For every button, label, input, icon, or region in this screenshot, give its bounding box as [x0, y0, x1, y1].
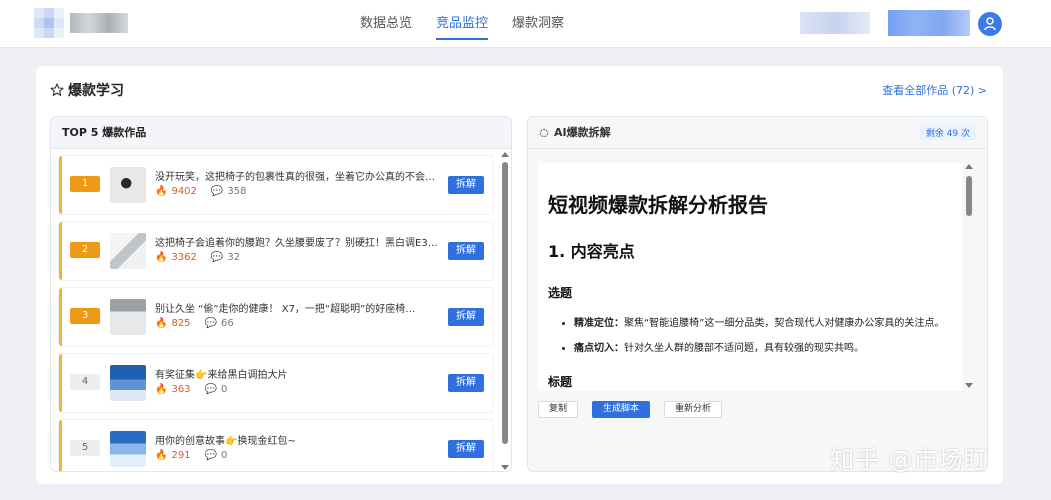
scrollbar-thumb[interactable]	[966, 176, 972, 216]
rank-badge: 5	[70, 440, 100, 456]
analysis-report: 短视频爆款拆解分析报告 1. 内容亮点 选题 精准定位：聚焦“智能追腰椅”这一细…	[538, 163, 962, 391]
nav-item-hit-insight[interactable]: 爆款洞察	[512, 0, 564, 48]
point-label: 精准定位：	[574, 318, 624, 329]
comment-icon: 💬	[204, 384, 217, 395]
scroll-up-icon[interactable]	[501, 152, 509, 157]
section-title: 爆款学习	[50, 80, 124, 100]
avatar[interactable]	[978, 12, 1002, 36]
report-scrollbar[interactable]	[962, 162, 976, 390]
fire-icon: 🔥	[155, 252, 168, 263]
report-actions: 复制 生成脚本 重新分析	[538, 401, 723, 418]
point-text: 聚焦“智能追腰椅”这一细分品类，契合现代人对健康办公家具的关注点。	[624, 318, 945, 329]
video-title[interactable]: 用你的创意故事👉换现金红包~	[155, 432, 443, 447]
video-stats: 🔥 825 💬 66	[155, 318, 234, 329]
generate-script-button[interactable]: 生成脚本	[592, 401, 651, 418]
ai-header: AI爆款拆解	[528, 117, 987, 149]
video-stats: 🔥 291 💬 0	[155, 450, 227, 461]
account-name-blurred[interactable]	[888, 10, 970, 36]
watermark: 知乎 @市场盯	[830, 446, 989, 474]
breakdown-button[interactable]: 拆解	[448, 440, 484, 458]
scrollbar-thumb[interactable]	[502, 162, 508, 444]
list-item[interactable]: 3 别让久坐 “偷”走你的健康！ X7，一把“超聪明”的好座椅… 🔥 825 💬 6…	[59, 288, 493, 346]
list-item[interactable]: 1 没开玩笑，这把椅子的包裹性真的很强，坐着它办公真的不会累… 🔥 9402 💬 3…	[59, 156, 493, 214]
scroll-up-icon[interactable]	[965, 164, 973, 169]
list-item: 痛点切入：针对久坐人群的腰部不适问题，具有较强的现实共鸣。	[574, 340, 952, 357]
hot-count: 825	[171, 318, 191, 329]
top5-header: TOP 5 爆款作品	[51, 117, 511, 149]
scroll-down-icon[interactable]	[965, 383, 973, 388]
video-title[interactable]: 别让久坐 “偷”走你的健康！ X7，一把“超聪明”的好座椅…	[155, 300, 443, 315]
video-thumbnail[interactable]	[110, 431, 146, 467]
comment-count: 32	[227, 252, 241, 263]
video-thumbnail[interactable]	[110, 365, 146, 401]
video-title[interactable]: 这把椅子会追着你的腰跑？久坐腰要废了？别硬扛！黑白调E3…	[155, 234, 443, 249]
user-info-blurred	[800, 12, 870, 34]
view-all-link[interactable]: 查看全部作品 (72) >	[882, 82, 987, 98]
point-text: 针对久坐人群的腰部不适问题，具有较强的现实共鸣。	[624, 343, 864, 354]
report-section-heading: 1. 内容亮点	[548, 242, 635, 261]
brand-name-blurred	[70, 13, 128, 33]
hot-count: 363	[171, 384, 191, 395]
fire-icon: 🔥	[155, 318, 168, 329]
comment-icon: 💬	[210, 186, 224, 197]
report-subheading-topic: 选题	[548, 286, 573, 300]
remaining-badge: 剩余 49 次	[919, 125, 976, 140]
rank-badge: 4	[70, 374, 100, 390]
comment-count: 0	[221, 450, 228, 461]
section-title-text: 爆款学习	[68, 83, 124, 99]
comment-count: 358	[227, 186, 247, 197]
video-title[interactable]: 有奖征集👉来给黑白调拍大片	[155, 366, 443, 381]
video-stats: 🔥 3362 💬 32	[155, 252, 240, 263]
list-item[interactable]: 5 用你的创意故事👉换现金红包~ 🔥 291 💬 0 拆解	[59, 420, 493, 471]
point-label: 痛点切入：	[574, 343, 624, 354]
hot-count: 291	[171, 450, 191, 461]
report-title: 短视频爆款拆解分析报告	[548, 193, 768, 217]
top5-list: 1 没开玩笑，这把椅子的包裹性真的很强，坐着它办公真的不会累… 🔥 9402 💬 3…	[51, 150, 501, 471]
comment-icon: 💬	[204, 318, 217, 329]
list-item: 精准定位：聚焦“智能追腰椅”这一细分品类，契合现代人对健康办公家具的关注点。	[574, 315, 952, 332]
fire-icon: 🔥	[155, 186, 168, 197]
breakdown-button[interactable]: 拆解	[448, 176, 484, 194]
list-item[interactable]: 4 有奖征集👉来给黑白调拍大片 🔥 363 💬 0 拆解	[59, 354, 493, 412]
rank-badge: 1	[70, 176, 100, 192]
report-subheading-title: 标题	[548, 375, 573, 389]
video-stats: 🔥 363 💬 0	[155, 384, 227, 395]
scroll-down-icon[interactable]	[501, 465, 509, 470]
nav-item-overview[interactable]: 数据总览	[360, 0, 412, 48]
video-stats: 🔥 9402 💬 358	[155, 186, 246, 197]
breakdown-button[interactable]: 拆解	[448, 308, 484, 326]
logo-icon[interactable]	[34, 8, 64, 38]
list-scrollbar[interactable]	[498, 150, 512, 472]
fire-icon: 🔥	[155, 450, 168, 461]
video-thumbnail[interactable]	[110, 233, 146, 269]
video-thumbnail[interactable]	[110, 167, 146, 203]
sparkle-icon	[539, 128, 549, 137]
top-bar: 数据总览 竞品监控 爆款洞察	[0, 0, 1051, 48]
star-icon	[50, 83, 64, 96]
rank-badge: 3	[70, 308, 100, 324]
hot-count: 9402	[171, 186, 197, 197]
report-points: 精准定位：聚焦“智能追腰椅”这一细分品类，契合现代人对健康办公家具的关注点。 痛…	[548, 315, 952, 357]
ai-breakdown-panel: AI爆款拆解 剩余 49 次 短视频爆款拆解分析报告 1. 内容亮点 选题 精准…	[527, 116, 988, 472]
comment-count: 0	[221, 384, 228, 395]
user-icon	[984, 17, 996, 31]
breakdown-button[interactable]: 拆解	[448, 374, 484, 392]
reanalyze-button[interactable]: 重新分析	[664, 401, 723, 418]
nav-item-competitor-monitor[interactable]: 竞品监控	[436, 0, 489, 48]
hot-count: 3362	[171, 252, 197, 263]
copy-button[interactable]: 复制	[538, 401, 579, 418]
breakdown-button[interactable]: 拆解	[448, 242, 484, 260]
video-thumbnail[interactable]	[110, 299, 146, 335]
comment-icon: 💬	[210, 252, 224, 263]
list-item[interactable]: 2 这把椅子会追着你的腰跑？久坐腰要废了？别硬扛！黑白调E3… 🔥 3362 💬 3…	[59, 222, 493, 280]
rank-badge: 2	[70, 242, 100, 258]
video-title[interactable]: 没开玩笑，这把椅子的包裹性真的很强，坐着它办公真的不会累…	[155, 168, 443, 183]
comment-count: 66	[221, 318, 234, 329]
fire-icon: 🔥	[155, 384, 168, 395]
main-nav: 数据总览 竞品监控 爆款洞察	[360, 0, 564, 48]
comment-icon: 💬	[204, 450, 217, 461]
top5-panel: TOP 5 爆款作品 1 没开玩笑，这把椅子的包裹性真的很强，坐着它办公真的不会…	[50, 116, 512, 472]
ai-header-text: AI爆款拆解	[554, 125, 611, 139]
